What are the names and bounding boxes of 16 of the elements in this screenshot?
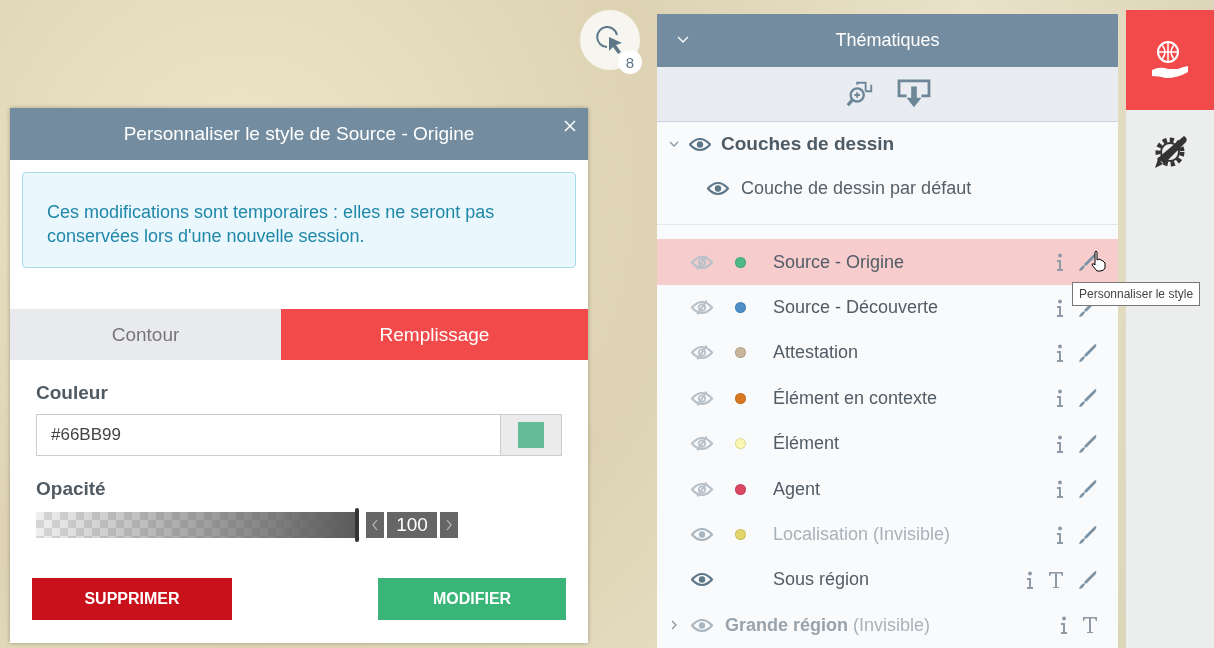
layer-name: Élément (773, 433, 841, 455)
layer-name: Source - Origine (773, 251, 906, 273)
tooltip: Personnaliser le style (1072, 282, 1201, 306)
layer-name: Grande région (Invisible) (725, 614, 932, 636)
field-label: Couleur (36, 382, 109, 404)
panel-title: Thématiques (835, 30, 940, 52)
layer-name: Localisation (Invisible) (773, 524, 952, 546)
layer-name: Attestation (773, 342, 860, 364)
info-notice: Ces modifications sont temporaires : elles ne seront pas conservées lors d'une nouvelle session. (22, 172, 576, 268)
selection-count: 8 (618, 50, 642, 74)
field-label: Opacité (36, 478, 107, 500)
layer-name: Sous région (773, 569, 871, 591)
layer-name: Élément en contexte (773, 387, 939, 409)
layer-name: Agent (773, 478, 822, 500)
layer-name: Source - Découverte (773, 297, 940, 319)
dialog-title: Personnaliser le style de Source - Origine (123, 123, 475, 145)
